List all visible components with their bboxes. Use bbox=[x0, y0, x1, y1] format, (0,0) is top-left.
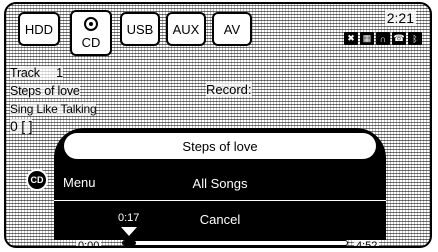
usb-source-button[interactable]: USB bbox=[120, 12, 160, 46]
progress-bar[interactable] bbox=[122, 240, 348, 246]
playhead-marker-icon[interactable] bbox=[121, 227, 137, 236]
song-title: Steps of love bbox=[10, 84, 80, 98]
menu-label[interactable]: Menu bbox=[63, 175, 96, 190]
end-time: 4:52 bbox=[354, 240, 380, 246]
usb-label: USB bbox=[126, 21, 154, 37]
phone-icon: ☎ bbox=[392, 32, 406, 45]
record-label: Record: bbox=[206, 82, 252, 97]
bluetooth-icon: ᛒ bbox=[408, 32, 422, 45]
menu-divider bbox=[54, 200, 386, 201]
track-number: 1 bbox=[56, 66, 63, 80]
menu-item-cancel[interactable]: Cancel bbox=[54, 204, 386, 234]
track-label: Track bbox=[10, 66, 40, 80]
folder-indicator: 0 [ ] bbox=[10, 118, 33, 134]
popup-title[interactable]: Steps of love bbox=[64, 133, 376, 159]
signal-icon: ✖ bbox=[344, 32, 358, 45]
aux-label: AUX bbox=[172, 21, 200, 37]
menu-item-all-songs[interactable]: All Songs bbox=[54, 168, 386, 198]
cd-badge-icon[interactable]: CD bbox=[26, 169, 48, 191]
track-line: Track 1 bbox=[10, 66, 63, 80]
progress-fill bbox=[123, 241, 136, 245]
current-time: 0:17 bbox=[118, 212, 140, 224]
cd-player-screen: HDD CD USB AUX AV 2:21 ✖ ▦ ∩ ☎ ᛒ Track 1… bbox=[4, 2, 432, 248]
aux-source-button[interactable]: AUX bbox=[166, 12, 206, 46]
hdd-source-button[interactable]: HDD bbox=[18, 12, 60, 46]
popup-menu: Steps of love All Songs Cancel bbox=[54, 128, 386, 240]
hdd-label: HDD bbox=[24, 21, 54, 37]
clock: 2:21 bbox=[384, 10, 416, 26]
start-time: 0:00 bbox=[76, 240, 102, 246]
status-icon-bar: ✖ ▦ ∩ ☎ ᛒ bbox=[344, 32, 422, 45]
album-name: Sing Like Talking bbox=[10, 102, 97, 116]
cd-source-button[interactable]: CD bbox=[70, 10, 112, 56]
av-source-button[interactable]: AV bbox=[212, 12, 252, 46]
headphones-icon: ∩ bbox=[376, 32, 390, 45]
av-label: AV bbox=[223, 21, 241, 37]
disc-icon bbox=[84, 17, 98, 31]
cd-label: CD bbox=[81, 35, 101, 50]
phone-book-icon: ▦ bbox=[360, 32, 374, 45]
